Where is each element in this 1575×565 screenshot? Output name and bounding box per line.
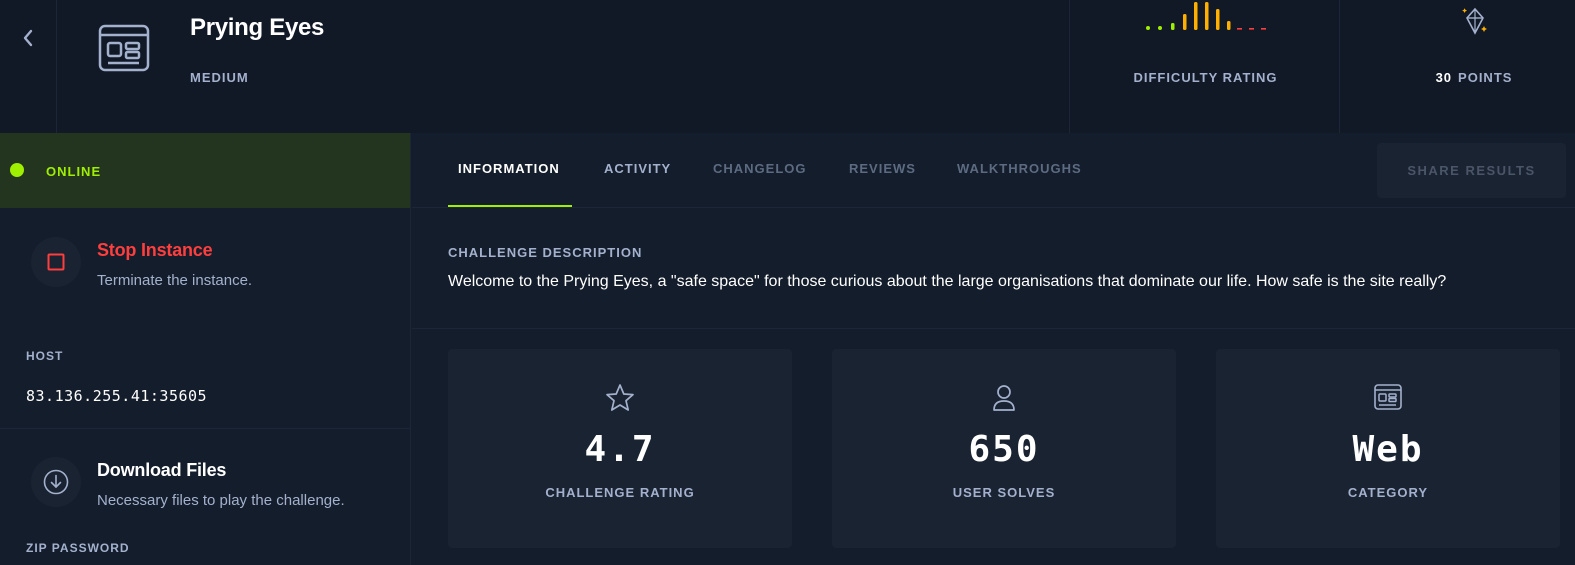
divider: [412, 328, 1575, 329]
host-label: HOST: [26, 349, 64, 363]
difficulty-level: MEDIUM: [190, 70, 249, 85]
download-files-subtitle: Necessary files to play the challenge.: [97, 492, 345, 509]
download-files-title: Download Files: [97, 460, 227, 480]
stat-card-category: Web CATEGORY: [1216, 349, 1560, 548]
points-value: 30: [1435, 70, 1453, 85]
diff-bar: [1183, 14, 1187, 30]
challenge-rating-value: 4.7: [584, 429, 656, 470]
active-tab-indicator: [448, 205, 572, 207]
download-icon: [43, 469, 69, 495]
stop-instance-button[interactable]: Stop Instance Terminate the instance.: [0, 237, 410, 327]
challenge-main: INFORMATION ACTIVITY CHANGELOG REVIEWS W…: [412, 133, 1575, 565]
stop-icon: [47, 253, 65, 271]
chevron-left-icon: [23, 29, 33, 47]
diff-bar: [1158, 26, 1162, 30]
user-solves-value: 650: [968, 429, 1040, 470]
download-icon-container: [31, 457, 81, 507]
tab-activity[interactable]: ACTIVITY: [604, 161, 671, 176]
tab-walkthroughs[interactable]: WALKTHROUGHS: [957, 161, 1082, 176]
tab-bar: INFORMATION ACTIVITY CHANGELOG REVIEWS W…: [412, 133, 1575, 208]
diff-bar: [1146, 26, 1150, 30]
diff-bar: [1194, 2, 1198, 30]
challenge-title: Prying Eyes: [190, 14, 325, 41]
user-icon: [993, 385, 1015, 411]
difficulty-rating-chart: [1146, 2, 1266, 30]
difficulty-rating-section: DIFFICULTY RATING: [1069, 0, 1340, 133]
status-label: ONLINE: [46, 164, 102, 179]
web-window-icon: [98, 24, 150, 72]
diff-bar: [1205, 2, 1209, 30]
diff-bar: [1261, 28, 1266, 30]
instance-panel: ONLINE Stop Instance Terminate the insta…: [0, 133, 411, 565]
stop-instance-subtitle: Terminate the instance.: [97, 272, 253, 289]
status-bar: ONLINE: [0, 133, 410, 208]
web-window-icon: [1374, 384, 1402, 410]
star-icon: [606, 384, 634, 411]
diff-bar: [1227, 21, 1231, 30]
diamond-icon: [1462, 7, 1487, 35]
zip-password-label: ZIP PASSWORD: [26, 541, 130, 555]
diff-bar: [1216, 9, 1220, 30]
tab-changelog[interactable]: CHANGELOG: [713, 161, 807, 176]
category-value: Web: [1352, 429, 1424, 470]
diff-bar: [1249, 28, 1254, 30]
challenge-description-label: CHALLENGE DESCRIPTION: [448, 245, 643, 260]
tab-information[interactable]: INFORMATION: [458, 161, 560, 176]
points-section: 30 POINTS: [1340, 0, 1575, 133]
difficulty-rating-label: DIFFICULTY RATING: [1133, 70, 1278, 85]
divider: [0, 428, 410, 429]
status-dot: [10, 163, 24, 177]
category-label: CATEGORY: [1347, 485, 1429, 500]
stat-card-solves: 650 USER SOLVES: [832, 349, 1176, 548]
points-label: 30 POINTS: [1340, 70, 1575, 85]
diff-bar: [1237, 28, 1242, 30]
diff-bar: [1171, 23, 1175, 30]
stop-instance-title: Stop Instance: [97, 240, 213, 260]
challenge-description-text: Welcome to the Prying Eyes, a "safe spac…: [448, 273, 1447, 290]
stat-card-rating: 4.7 CHALLENGE RATING: [448, 349, 792, 548]
points-text: POINTS: [1458, 70, 1513, 85]
back-button[interactable]: [0, 0, 57, 133]
share-results-button[interactable]: SHARE RESULTS: [1377, 143, 1566, 198]
user-solves-label: USER SOLVES: [952, 485, 1056, 500]
tab-reviews[interactable]: REVIEWS: [849, 161, 916, 176]
host-value[interactable]: 83.136.255.41:35605: [26, 387, 207, 405]
challenge-header: Prying Eyes MEDIUM DIFFICULTY RATING 30 P…: [0, 0, 1575, 133]
stop-icon-container: [31, 237, 81, 287]
challenge-rating-label: CHALLENGE RATING: [545, 485, 695, 500]
download-files-button[interactable]: Download Files Necessary files to play t…: [0, 457, 410, 547]
